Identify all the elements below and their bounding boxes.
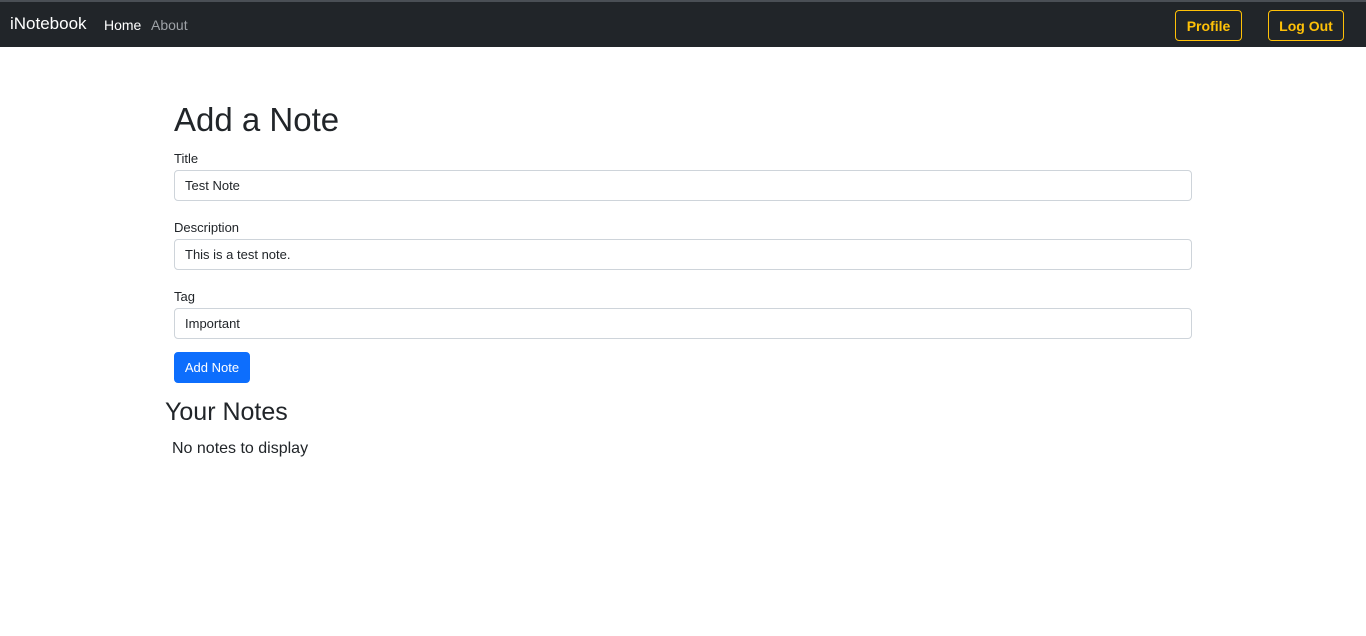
description-label: Description bbox=[174, 220, 240, 235]
title-label: Title bbox=[174, 151, 199, 166]
brand-link[interactable]: iNotebook bbox=[10, 14, 87, 34]
nav-link-about[interactable]: About bbox=[151, 16, 188, 34]
profile-button[interactable]: Profile bbox=[1175, 10, 1242, 41]
logout-button[interactable]: Log Out bbox=[1268, 10, 1344, 41]
navbar: iNotebook Home About Profile Log Out bbox=[0, 0, 1366, 47]
add-note-button[interactable]: Add Note bbox=[174, 352, 250, 383]
nav-link-home[interactable]: Home bbox=[104, 16, 141, 34]
description-input[interactable] bbox=[174, 239, 1192, 270]
tag-label: Tag bbox=[174, 289, 195, 304]
add-note-heading: Add a Note bbox=[174, 101, 340, 138]
tag-input[interactable] bbox=[174, 308, 1192, 339]
empty-notes-message: No notes to display bbox=[172, 440, 309, 457]
title-input[interactable] bbox=[174, 170, 1192, 201]
your-notes-heading: Your Notes bbox=[165, 398, 288, 426]
